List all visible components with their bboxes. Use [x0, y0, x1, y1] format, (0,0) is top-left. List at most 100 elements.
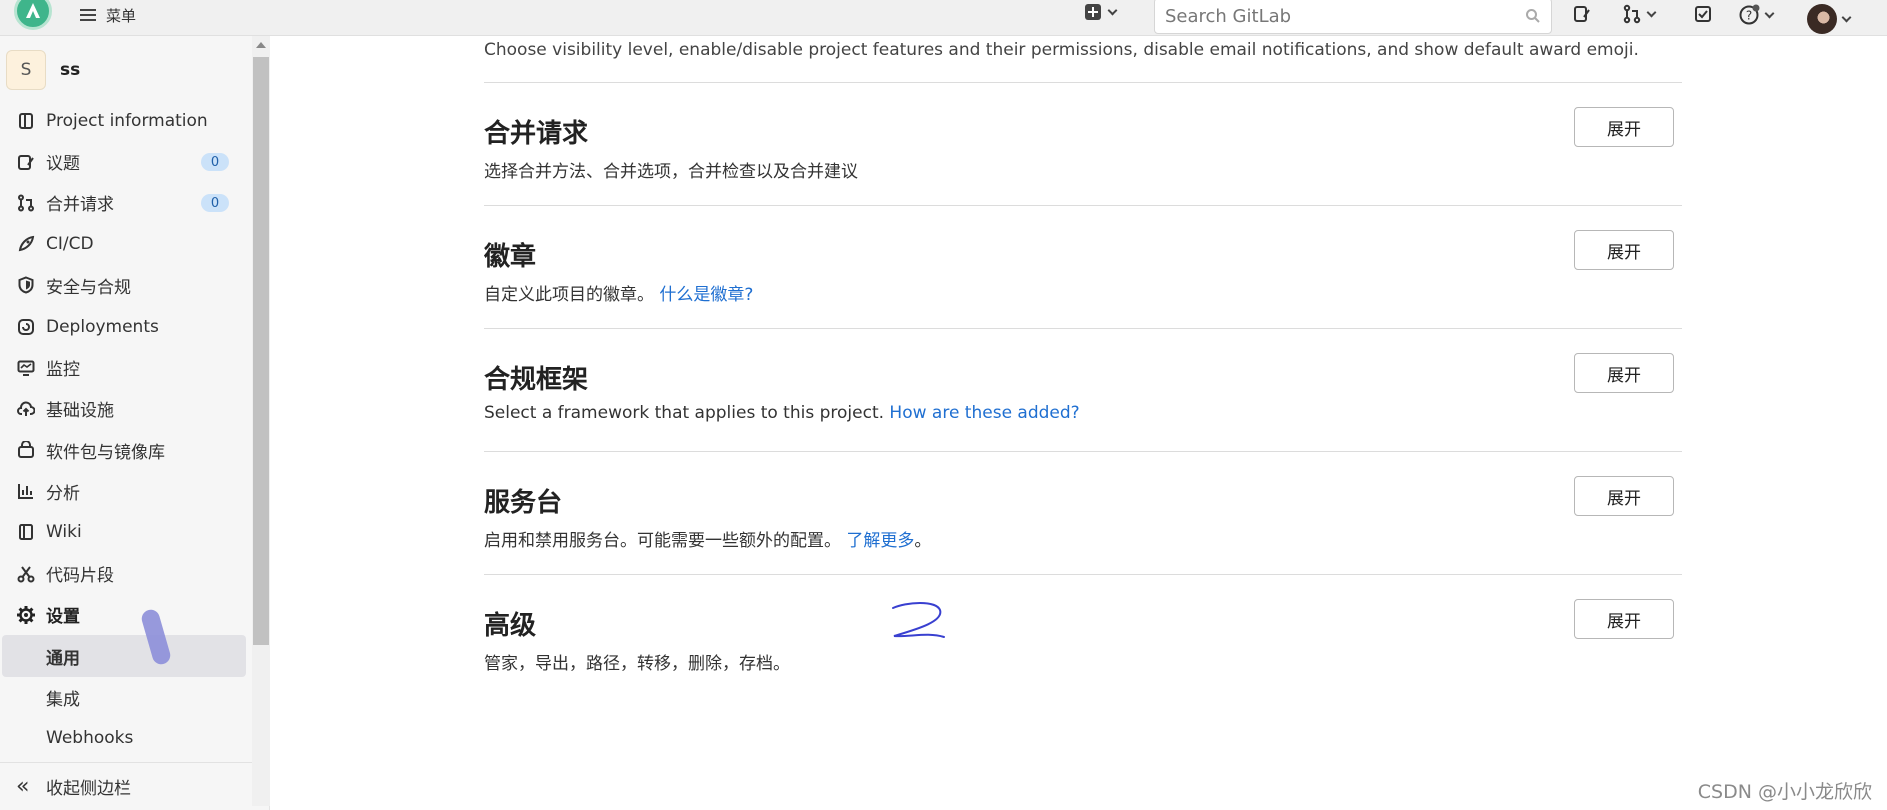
- sidebar-item-security[interactable]: 安全与合规: [0, 265, 252, 306]
- help-link[interactable]: How are these added?: [889, 403, 1079, 423]
- sidebar-item-project-information[interactable]: Project information: [0, 100, 252, 141]
- sidebar-item-deployments[interactable]: Deployments: [0, 306, 252, 347]
- sidebar: S ss Project information 议题 0 合并请求 0 CI/…: [0, 36, 270, 810]
- sidebar-item-analytics[interactable]: 分析: [0, 471, 252, 512]
- expand-button[interactable]: 展开: [1574, 476, 1674, 516]
- gitlab-logo[interactable]: [14, 0, 52, 30]
- settings-main: Choose visibility level, enable/disable …: [271, 36, 1887, 810]
- project-avatar: S: [6, 50, 46, 90]
- sidebar-item-settings[interactable]: 设置: [0, 594, 252, 635]
- sidebar-item-snippets[interactable]: 代码片段: [0, 553, 252, 594]
- search-icon: [1526, 9, 1540, 23]
- collapse-sidebar-button[interactable]: « 收起侧边栏: [0, 762, 252, 810]
- sidebar-item-integrations[interactable]: 集成: [0, 677, 252, 718]
- section-description: Select a framework that applies to this …: [484, 403, 1080, 423]
- sidebar-item-label: 监控: [46, 360, 80, 381]
- sidebar-item-label: Project information: [46, 110, 208, 131]
- hamburger-icon: [80, 9, 96, 21]
- settings-section-compliance-framework: 合规框架 Select a framework that applies to …: [484, 328, 1682, 451]
- plus-icon: [1085, 4, 1101, 20]
- sidebar-item-label: 设置: [46, 607, 80, 628]
- sidebar-item-general[interactable]: 通用: [2, 635, 246, 677]
- user-menu[interactable]: [1807, 4, 1852, 34]
- scroll-up-arrow-icon[interactable]: [256, 42, 266, 48]
- package-icon: [16, 440, 36, 460]
- sidebar-item-label: 代码片段: [46, 566, 114, 587]
- chart-icon: [16, 481, 36, 501]
- section-title: 高级: [484, 611, 537, 641]
- merge-request-icon: [1623, 4, 1641, 24]
- section-description-text: 自定义此项目的徽章。: [484, 285, 654, 305]
- sidebar-scrollbar-thumb[interactable]: [253, 57, 269, 645]
- expand-button[interactable]: 展开: [1574, 230, 1674, 270]
- sidebar-item-label: 安全与合规: [46, 277, 131, 298]
- sidebar-item-issues[interactable]: 议题 0: [0, 141, 252, 182]
- visibility-section-description: Choose visibility level, enable/disable …: [484, 40, 1639, 60]
- sidebar-item-monitor[interactable]: 监控: [0, 347, 252, 388]
- section-title: 服务台: [484, 488, 563, 518]
- settings-section-badges: 徽章 自定义此项目的徽章。 什么是徽章? 展开: [484, 205, 1682, 328]
- sidebar-item-wiki[interactable]: Wiki: [0, 512, 252, 553]
- section-title: 合规框架: [484, 365, 589, 395]
- sidebar-item-label: CI/CD: [46, 234, 94, 255]
- learn-more-link[interactable]: 了解更多: [846, 531, 914, 551]
- gear-icon: [16, 605, 36, 625]
- settings-section-advanced: 高级 管家，导出，路径，转移，删除，存档。 展开: [484, 574, 1682, 697]
- issues-icon: [16, 152, 36, 172]
- section-description: 选择合并方法、合并选项，合并检查以及合并建议: [484, 157, 858, 182]
- sidebar-item-webhooks[interactable]: Webhooks: [0, 718, 252, 759]
- help-dropdown[interactable]: ?: [1738, 4, 1775, 26]
- book-icon: [16, 522, 36, 542]
- section-description-text: 选择合并方法、合并选项，合并检查以及合并建议: [484, 162, 858, 182]
- project-name: ss: [60, 60, 81, 80]
- collapse-sidebar-label: 收起侧边栏: [46, 779, 131, 799]
- help-link[interactable]: 什么是徽章?: [659, 285, 753, 305]
- issues-shortcut[interactable]: [1572, 4, 1592, 24]
- settings-section-merge-requests: 合并请求 选择合并方法、合并选项，合并检查以及合并建议 展开: [484, 82, 1682, 205]
- sidebar-item-label: 合并请求: [46, 195, 114, 216]
- section-description-suffix: 。: [914, 531, 932, 551]
- search-placeholder: Search GitLab: [1165, 5, 1292, 27]
- handwritten-annotation: [892, 602, 945, 638]
- menu-button[interactable]: 菜单: [80, 2, 136, 28]
- sidebar-item-packages[interactable]: 软件包与镜像库: [0, 430, 252, 471]
- project-info-icon: [16, 111, 36, 131]
- merge-requests-shortcut[interactable]: [1622, 4, 1657, 24]
- sidebar-item-cicd[interactable]: CI/CD: [0, 224, 252, 265]
- shield-icon: [16, 275, 36, 295]
- issues-icon: [1574, 6, 1590, 22]
- sidebar-item-label: 通用: [46, 648, 80, 669]
- sidebar-item-label: 软件包与镜像库: [46, 442, 165, 463]
- section-description: 管家，导出，路径，转移，删除，存档。: [484, 649, 790, 674]
- section-title: 合并请求: [484, 119, 589, 149]
- section-description-text: Select a framework that applies to this …: [484, 403, 885, 423]
- sidebar-item-label: 议题: [46, 154, 80, 175]
- cloud-icon: [16, 399, 36, 419]
- svg-text:?: ?: [1746, 9, 1752, 23]
- sidebar-item-label: Wiki: [46, 522, 82, 543]
- merge-request-icon: [16, 193, 36, 213]
- todos-shortcut[interactable]: [1693, 4, 1713, 24]
- sidebar-item-merge-requests[interactable]: 合并请求 0: [0, 182, 252, 223]
- sidebar-item-label: 分析: [46, 483, 80, 504]
- help-icon: ?: [1739, 4, 1760, 25]
- top-bar: 菜单 Search GitLab ?: [0, 0, 1887, 36]
- expand-button[interactable]: 展开: [1574, 353, 1674, 393]
- avatar: [1807, 4, 1837, 34]
- new-item-dropdown[interactable]: [1085, 4, 1118, 20]
- count-badge: 0: [201, 194, 229, 213]
- expand-button[interactable]: 展开: [1574, 599, 1674, 639]
- sidebar-item-infrastructure[interactable]: 基础设施: [0, 388, 252, 429]
- section-description: 启用和禁用服务台。可能需要一些额外的配置。 了解更多。: [484, 526, 931, 551]
- section-title: 徽章: [484, 242, 537, 272]
- chevron-down-icon: [1841, 12, 1852, 22]
- sidebar-nav: Project information 议题 0 合并请求 0 CI/CD 安全…: [0, 100, 252, 759]
- watermark: CSDN @小小龙欣欣: [1697, 781, 1872, 803]
- expand-button[interactable]: 展开: [1574, 107, 1674, 147]
- section-description: 自定义此项目的徽章。 什么是徽章?: [484, 280, 753, 305]
- chevron-down-icon: [1107, 5, 1118, 15]
- deployments-icon: [16, 317, 36, 337]
- search-input[interactable]: Search GitLab: [1154, 0, 1552, 34]
- project-header[interactable]: S ss: [6, 50, 80, 90]
- scissors-icon: [16, 564, 36, 584]
